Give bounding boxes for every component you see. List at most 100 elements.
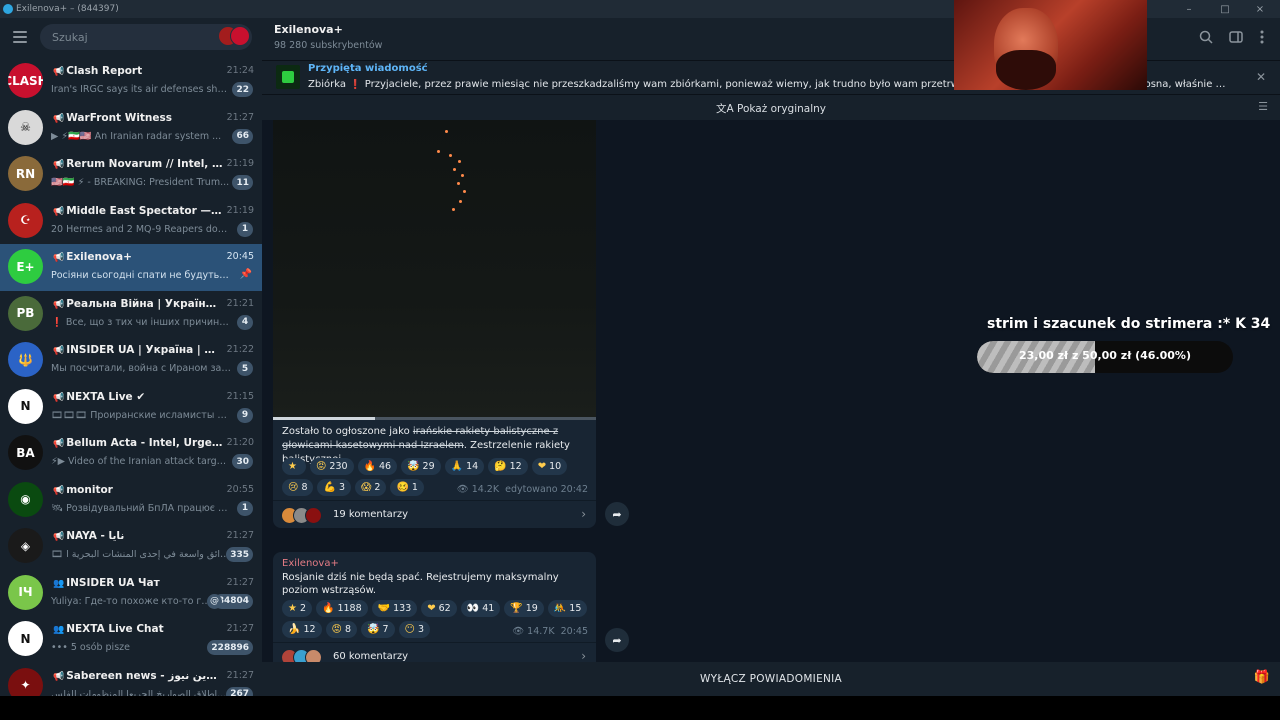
close-window-button[interactable]: ×	[1243, 0, 1277, 18]
unread-badge: 1	[237, 221, 253, 237]
video-progress[interactable]	[273, 417, 596, 420]
reaction-chip[interactable]: 🔥 46	[357, 458, 398, 475]
unread-badge: 228896	[207, 640, 253, 655]
commenter-avatars	[281, 649, 322, 662]
chat-item[interactable]: ✦ 📢Sabereen news - صابرين نيوز21:27 إطلاق …	[0, 663, 262, 696]
group-icon: 👥	[53, 578, 65, 589]
chat-item[interactable]: ◉ 📢 monitor 20:55 🛰 Розвідувальний БпЛА прац…	[0, 477, 262, 524]
webcam-beard	[996, 50, 1056, 90]
chat-item[interactable]: IЧ 👥 INSIDER UA Чат 21:27 Yuliya: Где-то пох…	[0, 570, 262, 617]
reaction-count: 46	[379, 461, 392, 472]
reaction-emoji: 🏆	[510, 603, 523, 614]
reaction-chip[interactable]: 🥴 1	[390, 479, 424, 496]
chevron-right-icon: ›	[581, 507, 586, 521]
chat-item[interactable]: CLASH 📢Clash Report 21:24 Iran's IRGC says …	[0, 58, 262, 105]
translate-settings-icon[interactable]: ☰	[1258, 100, 1268, 113]
chat-item[interactable]: E+ 📢 Exilenova+ 20:45 Росіяни сьогодні спати…	[0, 244, 262, 291]
share-button[interactable]: ➦	[605, 628, 629, 652]
chat-time: 21:21	[226, 297, 254, 309]
reaction-chip[interactable]: 🏆 19	[504, 600, 544, 617]
reaction-chip[interactable]: 😡 8	[325, 621, 358, 638]
reaction-chip[interactable]: 🤔 12	[488, 458, 528, 475]
message-area[interactable]: Zostało to ogłoszone jako irańskie rakie…	[262, 120, 1280, 662]
translate-bar[interactable]: 文A Pokaż oryginalny ☰	[262, 94, 1280, 120]
reaction-chip[interactable]: 😡 230	[309, 458, 354, 475]
chat-item[interactable]: 🔱 📢INSIDER UA | Україна | Новини21:22 Мы п…	[0, 337, 262, 384]
story-avatars[interactable]	[218, 26, 250, 46]
reaction-chip[interactable]: 🤼 15	[547, 600, 588, 617]
message-bubble[interactable]: Zostało to ogłoszone jako irańskie rakie…	[273, 120, 596, 528]
chat-avatar: N	[8, 388, 43, 424]
unread-badge: 335	[226, 547, 253, 562]
unread-badge: 30	[232, 454, 253, 469]
search-input[interactable]	[52, 30, 202, 44]
reaction-chip[interactable]: 💪 3	[317, 479, 351, 496]
sidebar-toggle-icon[interactable]	[1225, 26, 1247, 48]
reaction-emoji: 😶	[404, 624, 415, 635]
reaction-chip[interactable]: ❤ 62	[421, 600, 457, 617]
chat-preview: 20 Hermes and 2 MQ-9 Reapers downe...	[51, 223, 231, 235]
message-sender[interactable]: Exilenova+	[282, 558, 339, 569]
reaction-chip[interactable]: 😢 8	[282, 479, 314, 496]
menu-icon[interactable]	[0, 18, 40, 56]
comments-button[interactable]: 19 komentarzy ›	[273, 500, 596, 528]
unread-badge: 1	[237, 500, 253, 516]
reaction-chip[interactable]: 🤝 133	[371, 600, 418, 617]
chat-item[interactable]: N 👥 NEXTA Live Chat 21:27 ••• 5 osób pisze 22…	[0, 616, 262, 663]
chat-item[interactable]: ☠ 📢 WarFront Witness 21:27 ▶ ⚡🇮🇷🇺🇸 An Irania…	[0, 105, 262, 152]
chat-item[interactable]: RN 📢Rerum Novarum // Intel, Breakin...21:…	[0, 151, 262, 198]
maximize-button[interactable]: □	[1208, 0, 1242, 18]
show-original-button[interactable]: 文A Pokaż oryginalny	[262, 101, 1280, 116]
chat-avatar: ☪	[8, 202, 43, 238]
chat-name: 📢 Middle East Spectator — MES	[53, 204, 223, 217]
video-player[interactable]	[273, 120, 596, 420]
reaction-chip[interactable]: ❤ 10	[531, 458, 568, 475]
reaction-emoji: 🤼	[553, 603, 567, 614]
reaction-chip[interactable]: 🙏 14	[444, 458, 485, 475]
chat-item[interactable]: ◈ 📢 NAYA - نايا 21:27 🎞 حرائق واسعة في إحدى …	[0, 523, 262, 570]
reaction-count: 62	[438, 603, 451, 614]
more-options-icon[interactable]	[1251, 26, 1273, 48]
story-avatar[interactable]	[230, 26, 250, 46]
chat-time: 21:22	[226, 344, 254, 355]
mute-notifications-button[interactable]: WYŁĄCZ POWIADOMIENIA	[262, 673, 1280, 685]
comments-button[interactable]: 60 komentarzy ›	[273, 642, 596, 662]
minimize-button[interactable]: –	[1172, 0, 1206, 18]
reaction-chip[interactable]: 🤯 7	[361, 621, 395, 638]
chat-item[interactable]: N 📢 NEXTA Live ✔ 21:15 🎞🎞🎞 Проиранские ислам…	[0, 384, 262, 431]
share-button[interactable]: ➦	[605, 502, 629, 526]
chat-item[interactable]: ☪ 📢 Middle East Spectator — MES 21:19 20 Her…	[0, 198, 262, 245]
search-box[interactable]	[40, 24, 252, 50]
reaction-count: 41	[482, 603, 495, 614]
channel-title[interactable]: Exilenova+	[274, 23, 343, 36]
reaction-count: 8	[344, 624, 352, 635]
gift-icon[interactable]: 🎁	[1254, 670, 1270, 685]
reaction-chip[interactable]: 😶 3	[398, 621, 431, 638]
reaction-chip[interactable]: 👀 41	[460, 600, 501, 617]
reaction-chip[interactable]: ★	[282, 458, 306, 475]
reaction-chip[interactable]: 🔥 1188	[316, 600, 368, 617]
chat-time: 21:27	[226, 669, 254, 681]
chat-name: 📢Реальна Війна | Україна | Нови...	[53, 297, 223, 310]
reaction-emoji: 👀	[466, 603, 480, 614]
reaction-chip[interactable]: 🍌 12	[282, 621, 322, 638]
chat-item[interactable]: РВ 📢Реальна Війна | Україна | Нови...21:2…	[0, 291, 262, 338]
message-bubble[interactable]: Exilenova+ Rosjanie dziś nie będą spać. …	[273, 552, 596, 662]
chat-item[interactable]: BA 📢Bellum Acta - Intel, Urgent News ...2…	[0, 430, 262, 477]
close-icon[interactable]: ✕	[1256, 70, 1266, 84]
pin-icon: 📌	[239, 269, 252, 280]
reaction-chip[interactable]: 🤯 29	[401, 458, 441, 475]
reaction-chip[interactable]: 😱 2	[354, 479, 387, 496]
chat-name: 📢Sabereen news - صابرين نيوز	[53, 669, 223, 682]
comments-count: 19 komentarzy	[333, 509, 409, 520]
reaction-count: 1	[411, 482, 418, 493]
reaction-chip[interactable]: ★ 2	[282, 600, 313, 617]
chat-preview: ⚡▶ Video of the Iranian attack targe...	[51, 456, 231, 467]
reaction-emoji: 💪	[323, 482, 336, 493]
mention-icon: @	[207, 593, 222, 609]
channel-icon: 📢	[53, 532, 65, 542]
search-icon[interactable]	[1195, 26, 1217, 48]
reaction-emoji: 🤯	[407, 461, 420, 472]
chat-preview: ❗ Все, що з тих чи інших причин не ...	[51, 316, 231, 328]
chat-name: 📢 WarFront Witness	[53, 111, 173, 124]
